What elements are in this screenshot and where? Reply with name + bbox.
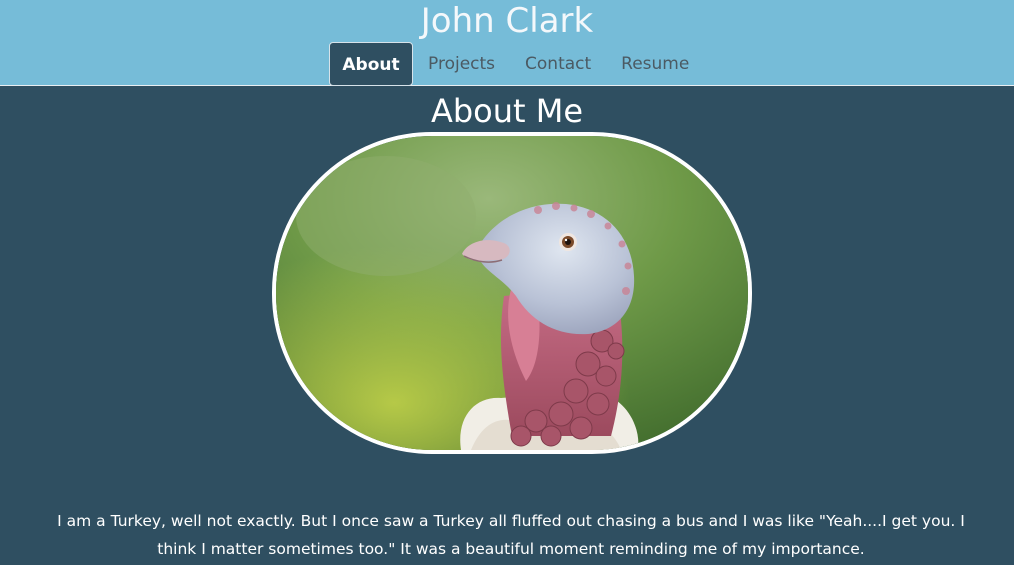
nav-projects[interactable]: Projects <box>413 42 510 86</box>
nav-contact[interactable]: Contact <box>510 42 606 86</box>
bio-text: I am a Turkey, well not exactly. But I o… <box>57 512 965 558</box>
site-title: John Clark <box>420 1 594 41</box>
nav-resume[interactable]: Resume <box>606 42 704 86</box>
main-nav: About Projects Contact Resume <box>329 42 704 86</box>
nav-about[interactable]: About <box>329 42 413 86</box>
profile-photo <box>272 132 752 454</box>
site-header: John Clark About Projects Contact Resume <box>0 0 1014 86</box>
about-section: About Me I am a Turkey, well not exactly… <box>0 86 1014 565</box>
section-title: About Me <box>430 92 584 130</box>
turkey-image <box>276 136 748 450</box>
